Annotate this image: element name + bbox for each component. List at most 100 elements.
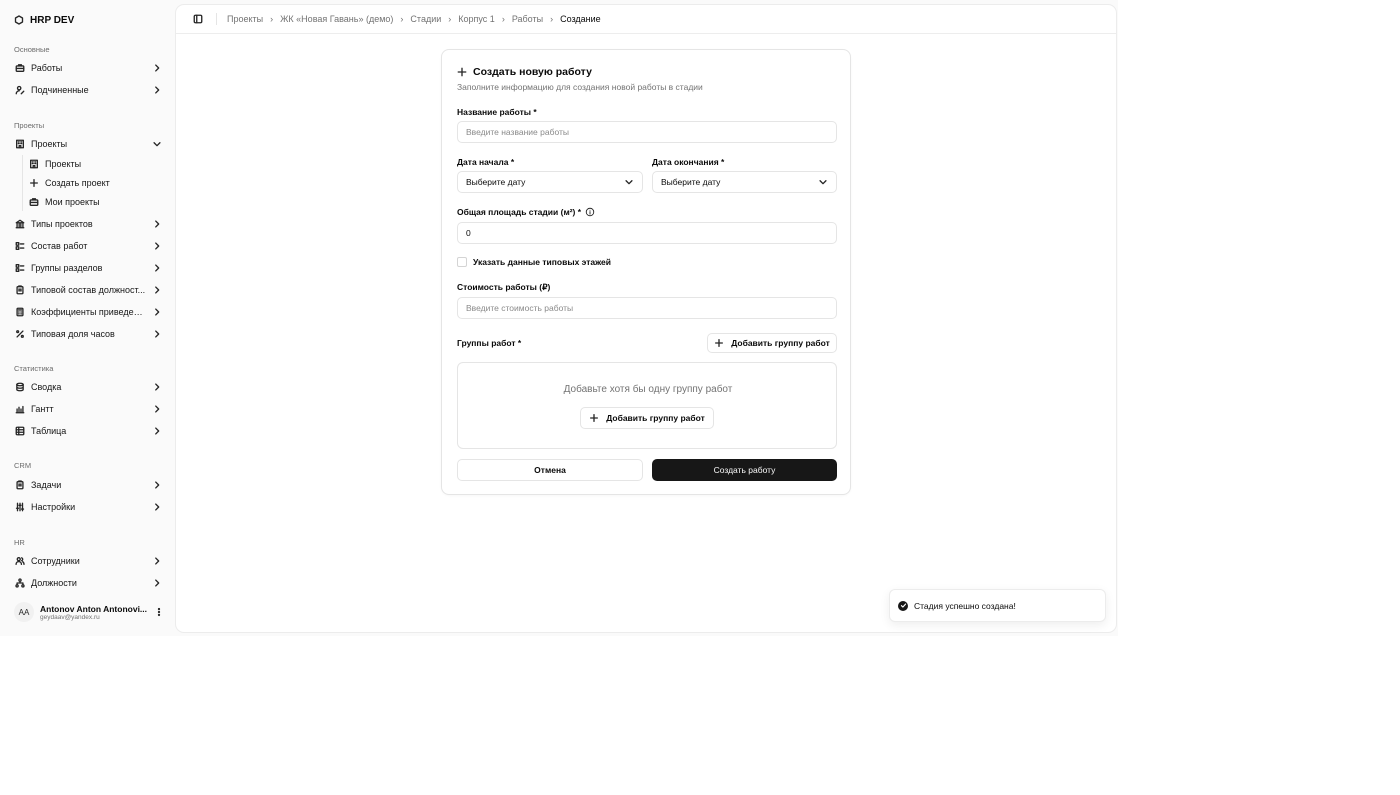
create-work-button[interactable]: Создать работу: [652, 459, 837, 481]
sidebar-subitem-my-projects[interactable]: Мои проекты: [22, 193, 162, 210]
typical-floors-checkbox[interactable]: [457, 257, 467, 267]
breadcrumb-separator: ›: [400, 14, 404, 24]
chevron-right-icon: [152, 480, 162, 490]
sidebar-item-projects[interactable]: Проекты: [8, 135, 164, 153]
breadcrumb-stage[interactable]: Корпус 1: [458, 14, 495, 24]
form-title-text: Создать новую работу: [473, 66, 592, 78]
name-label: Название работы *: [457, 107, 537, 117]
sidebar-item-label: Должности: [31, 578, 77, 588]
sidebar-item-tasks[interactable]: Задачи: [8, 476, 164, 494]
sidebar-toggle-icon[interactable]: [192, 13, 204, 25]
start-date-value: Выберите дату: [466, 177, 526, 187]
chevron-right-icon: [152, 382, 162, 392]
plus-icon: [589, 413, 599, 423]
plus-icon: [457, 67, 467, 77]
typical-floors-row[interactable]: Указать данные типовых этажей: [457, 257, 611, 267]
breadcrumb-project[interactable]: ЖК «Новая Гавань» (демо): [280, 14, 393, 24]
sidebar: HRP DEV Основные Работы Подчиненные Прое…: [0, 0, 170, 636]
table-icon: [15, 426, 25, 436]
user-menu[interactable]: AA Antonov Anton Antonovi... geydaav@yan…: [8, 599, 164, 625]
calculator-icon: [15, 307, 25, 317]
sidebar-item-section-groups[interactable]: Группы разделов: [8, 259, 164, 277]
sidebar-item-settings[interactable]: Настройки: [8, 498, 164, 516]
breadcrumb-separator: ›: [501, 14, 505, 24]
sidebar-item-works[interactable]: Работы: [8, 59, 164, 77]
end-date-picker[interactable]: Выберите дату: [652, 171, 837, 193]
user-name: Antonov Anton Antonovi...: [40, 603, 148, 614]
sidebar-item-summary[interactable]: Сводка: [8, 378, 164, 396]
sidebar-item-coefficients[interactable]: Коэффициенты приведени...: [8, 303, 164, 321]
sidebar-item-hours-share[interactable]: Типовая доля часов: [8, 325, 164, 343]
sidebar-item-table[interactable]: Таблица: [8, 422, 164, 440]
list-checks-icon: [15, 241, 25, 251]
breadcrumb: Проекты › ЖК «Новая Гавань» (демо) › Ста…: [227, 14, 601, 24]
chevron-right-icon: [152, 502, 162, 512]
sidebar-item-project-types[interactable]: Типы проектов: [8, 215, 164, 233]
breadcrumb-projects[interactable]: Проекты: [227, 14, 263, 24]
briefcase-icon: [29, 197, 39, 207]
brand-name: HRP DEV: [30, 14, 75, 26]
more-vertical-icon[interactable]: [154, 607, 164, 617]
sidebar-item-positions[interactable]: Должности: [8, 574, 164, 592]
plus-icon: [714, 338, 724, 348]
chevron-right-icon: [152, 85, 162, 95]
sidebar-item-work-composition[interactable]: Состав работ: [8, 237, 164, 255]
empty-add-group-button[interactable]: Добавить группу работ: [580, 407, 714, 429]
sidebar-item-employees[interactable]: Сотрудники: [8, 552, 164, 570]
cost-label: Стоимость работы (₽): [457, 282, 551, 292]
breadcrumb-stages[interactable]: Стадии: [410, 14, 441, 24]
chevron-right-icon: [152, 219, 162, 229]
cancel-button[interactable]: Отмена: [457, 459, 643, 481]
sidebar-item-typical-positions[interactable]: Типовой состав должност...: [8, 281, 164, 299]
chevron-right-icon: [152, 426, 162, 436]
area-input[interactable]: [457, 222, 837, 244]
chevron-right-icon: [152, 307, 162, 317]
chevron-right-icon: [152, 578, 162, 588]
plus-icon: [29, 178, 39, 188]
cost-input[interactable]: [457, 297, 837, 319]
brand[interactable]: HRP DEV: [14, 13, 74, 27]
sidebar-item-label: Группы разделов: [31, 263, 103, 273]
typical-floors-label: Указать данные типовых этажей: [473, 257, 612, 267]
sidebar-item-label: Сотрудники: [31, 556, 80, 566]
list-checks-icon: [15, 263, 25, 273]
chevron-right-icon: [152, 263, 162, 273]
sidebar-item-label: Коэффициенты приведени...: [31, 307, 146, 317]
info-icon[interactable]: [585, 207, 595, 217]
add-group-button-label: Добавить группу работ: [731, 338, 830, 348]
sidebar-subitem-label: Создать проект: [45, 177, 110, 188]
work-name-input[interactable]: [457, 121, 837, 143]
chevron-right-icon: [152, 285, 162, 295]
form-title: Создать новую работу: [457, 66, 592, 78]
sidebar-subitem-projects[interactable]: Проекты: [22, 155, 162, 172]
chevron-right-icon: [152, 556, 162, 566]
briefcase-icon: [15, 63, 25, 73]
create-work-form: Создать новую работу Заполните информаци…: [441, 49, 851, 495]
sidebar-item-label: Таблица: [31, 426, 67, 436]
breadcrumb-current: Создание: [560, 14, 601, 24]
sidebar-subitem-label: Мои проекты: [45, 196, 100, 207]
percent-icon: [15, 329, 25, 339]
empty-add-group-label: Добавить группу работ: [606, 413, 705, 423]
form-description: Заполните информацию для создания новой …: [457, 82, 703, 92]
chevron-right-icon: [152, 329, 162, 339]
breadcrumb-works[interactable]: Работы: [512, 14, 543, 24]
sliders-icon: [15, 502, 25, 512]
landmark-icon: [15, 219, 25, 229]
sidebar-item-subordinates[interactable]: Подчиненные: [8, 81, 164, 99]
logo-icon: [14, 15, 24, 25]
clipboard-icon: [15, 285, 25, 295]
group-label-hr: HR: [14, 538, 25, 547]
chevron-down-icon: [152, 139, 162, 149]
sidebar-item-label: Настройки: [31, 502, 76, 512]
sidebar-subitem-create-project[interactable]: Создать проект: [22, 174, 162, 191]
main-content: Проекты › ЖК «Новая Гавань» (демо) › Ста…: [176, 5, 1116, 632]
breadcrumb-separator: ›: [270, 14, 274, 24]
chevron-down-icon: [818, 177, 828, 187]
start-date-picker[interactable]: Выберите дату: [457, 171, 643, 193]
sidebar-item-gantt[interactable]: Гантт: [8, 400, 164, 418]
add-group-button[interactable]: Добавить группу работ: [707, 333, 837, 353]
area-label: Общая площадь стадии (м²) *: [457, 207, 595, 217]
users-icon: [15, 556, 25, 566]
user-email: geydaav@yandex.ru: [40, 613, 100, 621]
